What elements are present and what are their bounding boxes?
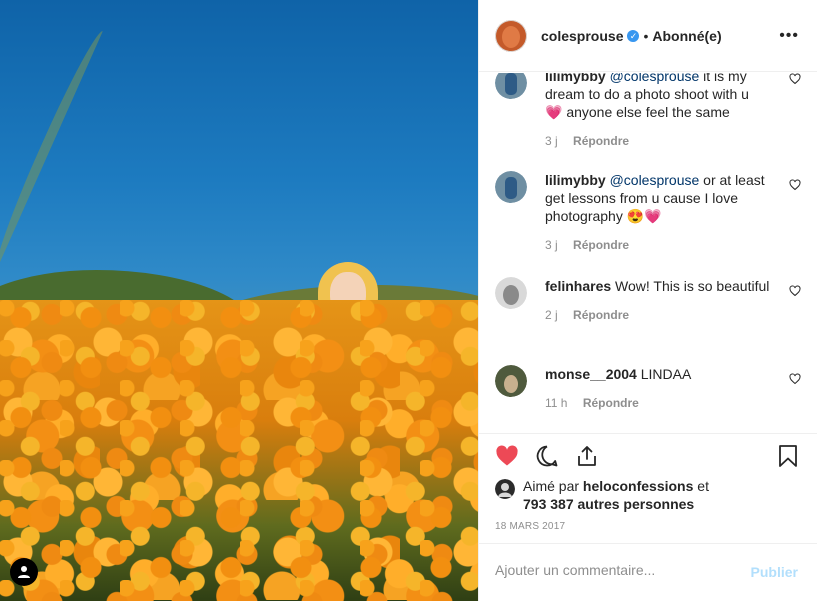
comment-body: monse__2004 LINDAA 11 h Répondre xyxy=(545,365,770,412)
comment-like-heart-icon[interactable] xyxy=(789,73,801,85)
publish-button[interactable]: Publier xyxy=(751,564,798,580)
liker-username[interactable]: heloconfessions xyxy=(583,478,693,494)
comment-time[interactable]: 11 h xyxy=(545,396,567,410)
reply-button[interactable]: Répondre xyxy=(583,396,639,410)
comment-author[interactable]: lilimybby xyxy=(545,73,606,84)
likes-text: Aimé par heloconfessions et 793 387 autr… xyxy=(523,477,773,513)
commenter-avatar[interactable] xyxy=(495,73,527,99)
comment-text: Wow! This is so beautiful xyxy=(615,278,770,294)
commenter-avatar[interactable] xyxy=(495,277,527,309)
comment-meta: 2 j Répondre xyxy=(545,306,770,324)
follow-status-button[interactable]: Abonné(e) xyxy=(652,28,721,44)
comment-mention[interactable]: @colesprouse xyxy=(610,172,700,188)
commenter-avatar[interactable] xyxy=(495,365,527,397)
separator-dot: • xyxy=(643,27,649,44)
comment-text: LINDAA xyxy=(640,366,692,382)
reply-button[interactable]: Répondre xyxy=(573,238,629,252)
comment-input[interactable] xyxy=(495,562,735,578)
comment-item: lilimybby @colesprouse or at least get l… xyxy=(495,171,801,261)
author-username[interactable]: colesprouse xyxy=(541,28,623,44)
reply-button[interactable]: Répondre xyxy=(573,308,629,322)
more-dots-icon[interactable]: ••• xyxy=(779,27,799,45)
post-side-panel: colesprouse ✓ • Abonné(e) ••• lilimybby … xyxy=(478,0,817,601)
liker-avatar[interactable] xyxy=(495,479,515,499)
comment-meta: 3 j Répondre xyxy=(545,132,770,150)
likes-conjunction: et xyxy=(697,478,709,494)
likes-prefix: Aimé par xyxy=(523,478,580,494)
comment-time[interactable]: 3 j xyxy=(545,134,558,148)
comment-body: felinhares Wow! This is so beautiful 2 j… xyxy=(545,277,770,324)
comments-list[interactable]: lilimybby @colesprouse it is my dream to… xyxy=(479,73,817,433)
comment-body: lilimybby @colesprouse it is my dream to… xyxy=(545,73,770,150)
post-header: colesprouse ✓ • Abonné(e) ••• xyxy=(479,0,817,72)
comment-author[interactable]: lilimybby xyxy=(545,172,606,188)
comment-time[interactable]: 2 j xyxy=(545,308,558,322)
like-heart-icon[interactable] xyxy=(495,444,519,468)
post-actions-bar xyxy=(479,433,817,471)
photo-flower-field xyxy=(0,300,478,601)
verified-badge-icon: ✓ xyxy=(627,29,640,42)
add-comment-bar: Publier xyxy=(479,543,817,601)
post-date[interactable]: 18 MARS 2017 xyxy=(495,521,565,532)
comment-meta: 3 j Répondre xyxy=(545,236,770,254)
comment-body: lilimybby @colesprouse or at least get l… xyxy=(545,171,770,254)
reply-button[interactable]: Répondre xyxy=(573,134,629,148)
comment-time[interactable]: 3 j xyxy=(545,238,558,252)
comment-meta: 11 h Répondre xyxy=(545,394,770,412)
comment-bubble-icon[interactable] xyxy=(535,444,559,468)
author-avatar[interactable] xyxy=(495,19,527,52)
comment-item: monse__2004 LINDAA 11 h Répondre xyxy=(495,365,801,425)
commenter-avatar[interactable] xyxy=(495,171,527,203)
tagged-users-button[interactable] xyxy=(10,558,38,586)
comment-like-heart-icon[interactable] xyxy=(789,285,801,297)
comment-author[interactable]: felinhares xyxy=(545,278,611,294)
share-icon[interactable] xyxy=(575,444,599,468)
bookmark-icon[interactable] xyxy=(776,444,800,468)
comment-like-heart-icon[interactable] xyxy=(789,179,801,191)
likes-count[interactable]: 793 387 autres personnes xyxy=(523,496,694,512)
comment-item: lilimybby @colesprouse it is my dream to… xyxy=(495,73,801,150)
comment-item: felinhares Wow! This is so beautiful 2 j… xyxy=(495,277,801,347)
comment-author[interactable]: monse__2004 xyxy=(545,366,637,382)
user-icon xyxy=(18,566,30,578)
comment-mention[interactable]: @colesprouse xyxy=(610,73,700,84)
post-photo[interactable] xyxy=(0,0,478,601)
comment-like-heart-icon[interactable] xyxy=(789,373,801,385)
photo-grass-blade xyxy=(0,27,113,273)
